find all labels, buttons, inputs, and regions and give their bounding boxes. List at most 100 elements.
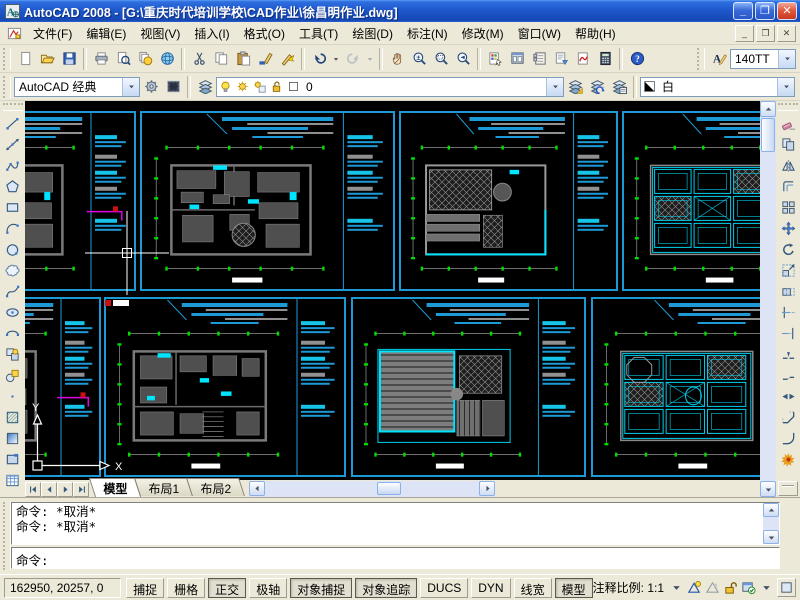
redo-caret-icon[interactable] (364, 48, 376, 70)
markup-manager-icon[interactable] (572, 48, 594, 70)
clean-screen-button[interactable] (777, 578, 796, 597)
hatch-icon[interactable] (2, 407, 23, 428)
vertical-scroll-thumb[interactable] (761, 118, 775, 152)
tab-layout2[interactable]: 布局2 (186, 478, 245, 496)
menu-item-0[interactable]: 文件(F) (26, 22, 79, 45)
minimize-button[interactable]: _ (733, 2, 753, 20)
tab-layout1[interactable]: 布局1 (134, 478, 193, 496)
join-icon[interactable] (778, 386, 799, 407)
arc-icon[interactable] (2, 218, 23, 239)
drawing-canvas[interactable]: YX (25, 101, 760, 480)
properties-icon[interactable] (484, 48, 506, 70)
toolbar-grip[interactable] (697, 48, 705, 70)
stretch-icon[interactable] (778, 281, 799, 302)
menu-item-7[interactable]: 标注(N) (400, 22, 455, 45)
scroll-down-button[interactable] (760, 481, 776, 497)
polygon-icon[interactable] (2, 176, 23, 197)
explode-icon[interactable] (778, 449, 799, 470)
fillet-icon[interactable] (778, 428, 799, 449)
trim-icon[interactable] (778, 302, 799, 323)
layer-previous-icon[interactable] (586, 76, 608, 98)
layer-vp-freeze-icon[interactable] (252, 79, 267, 94)
menu-item-2[interactable]: 视图(V) (133, 22, 187, 45)
layer-on-icon[interactable] (218, 79, 233, 94)
status-toggle-0[interactable]: 捕捉 (126, 578, 164, 598)
construction-line-icon[interactable] (2, 134, 23, 155)
workspace-settings-icon[interactable] (140, 76, 162, 98)
open-icon[interactable] (36, 48, 58, 70)
command-scrollbar[interactable] (763, 503, 779, 544)
spline-icon[interactable] (2, 281, 23, 302)
combo-arrow-icon[interactable] (778, 50, 795, 68)
layer-unlock-icon[interactable] (269, 79, 284, 94)
save-icon[interactable] (58, 48, 80, 70)
revision-cloud-icon[interactable] (2, 260, 23, 281)
publish-icon[interactable] (134, 48, 156, 70)
zoom-previous-icon[interactable] (452, 48, 474, 70)
menu-item-1[interactable]: 编辑(E) (79, 22, 133, 45)
make-block-icon[interactable] (2, 365, 23, 386)
toolbar-grip[interactable] (778, 103, 798, 111)
rectangle-icon[interactable] (2, 197, 23, 218)
status-toggle-6[interactable]: DUCS (420, 578, 468, 598)
status-toggle-2[interactable]: 正交 (208, 578, 246, 598)
status-toggle-7[interactable]: DYN (471, 578, 510, 598)
scale-icon[interactable] (778, 260, 799, 281)
offset-icon[interactable] (778, 176, 799, 197)
break-at-point-icon[interactable] (778, 344, 799, 365)
my-workspace-icon[interactable] (162, 76, 184, 98)
color-combo[interactable]: 白 (640, 77, 795, 97)
copy-object-icon[interactable] (778, 134, 799, 155)
annotation-visibility-icon[interactable] (687, 580, 702, 595)
toolbar-grip[interactable] (3, 76, 11, 98)
position-lock-icon[interactable] (723, 580, 738, 595)
status-toggle-1[interactable]: 栅格 (167, 578, 205, 598)
designcenter-icon[interactable] (506, 48, 528, 70)
doc-minimize-button[interactable]: _ (735, 25, 754, 42)
drawing-file-icon[interactable] (6, 25, 22, 41)
status-toggle-5[interactable]: 对象追踪 (355, 578, 417, 598)
scroll-up-button[interactable] (760, 101, 776, 117)
workspace-combo[interactable]: AutoCAD 经典 (14, 77, 140, 97)
status-toggle-9[interactable]: 模型 (555, 578, 593, 598)
erase-icon[interactable] (778, 113, 799, 134)
point-icon[interactable] (2, 386, 23, 407)
annotation-scale-value[interactable]: 1:1 (647, 581, 664, 595)
quickcalc-icon[interactable] (594, 48, 616, 70)
menu-item-10[interactable]: 帮助(H) (568, 22, 623, 45)
doc-close-button[interactable]: ✕ (777, 25, 796, 42)
auto-annotate-icon[interactable] (705, 580, 720, 595)
title-bar[interactable]: A AutoCAD 2008 - [G:\重庆时代培训学校\CAD作业\徐昌明作… (0, 0, 800, 22)
polyline-icon[interactable] (2, 155, 23, 176)
tool-palettes-icon[interactable] (528, 48, 550, 70)
horizontal-scrollbar[interactable] (249, 481, 495, 497)
insert-block-icon[interactable] (2, 344, 23, 365)
close-button[interactable]: ✕ (777, 2, 797, 20)
layer-properties-manager-icon[interactable] (194, 76, 216, 98)
status-menu-caret-icon[interactable] (759, 580, 774, 595)
layer-states-manager-icon[interactable] (608, 76, 630, 98)
status-toggle-3[interactable]: 极轴 (249, 578, 287, 598)
menu-item-8[interactable]: 修改(M) (455, 22, 511, 45)
ellipse-icon[interactable] (2, 302, 23, 323)
move-icon[interactable] (778, 218, 799, 239)
command-window-grip[interactable] (3, 502, 11, 570)
next-tab-button[interactable] (57, 482, 73, 497)
copy-icon[interactable] (210, 48, 232, 70)
command-scroll-up-button[interactable] (763, 503, 779, 517)
extend-icon[interactable] (778, 323, 799, 344)
toolbar-grip[interactable] (3, 48, 11, 70)
status-toggle-8[interactable]: 线宽 (514, 578, 552, 598)
last-tab-button[interactable] (73, 482, 89, 497)
circle-icon[interactable] (2, 239, 23, 260)
paste-icon[interactable] (232, 48, 254, 70)
toolbar-grip-box[interactable] (778, 481, 798, 496)
text-style-combo[interactable]: 140TT (730, 49, 796, 69)
make-object-layer-current-icon[interactable] (564, 76, 586, 98)
menu-item-3[interactable]: 插入(I) (187, 22, 236, 45)
plot-preview-icon[interactable] (112, 48, 134, 70)
combo-arrow-icon[interactable] (777, 78, 794, 96)
chamfer-icon[interactable] (778, 407, 799, 428)
help-icon[interactable]: ? (626, 48, 648, 70)
3d-dwf-icon[interactable] (156, 48, 178, 70)
